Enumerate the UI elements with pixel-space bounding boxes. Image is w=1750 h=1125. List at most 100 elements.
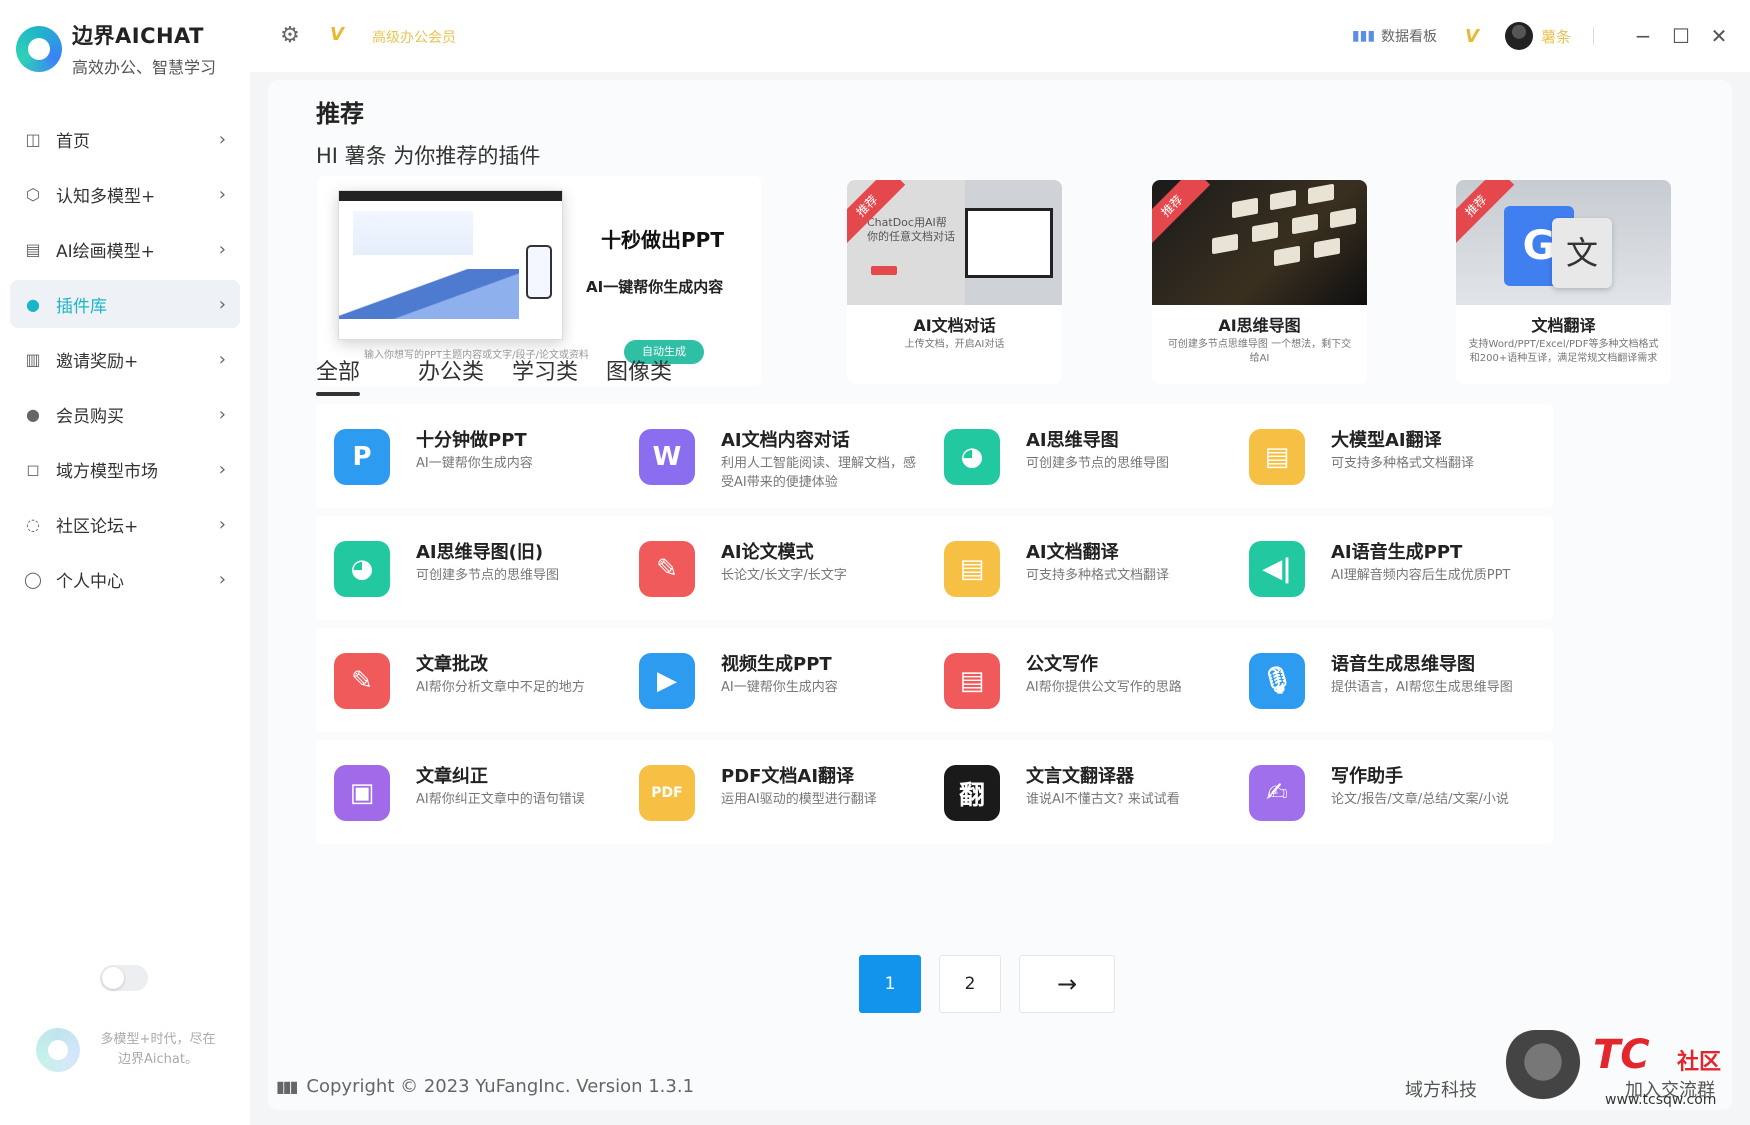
user-name[interactable]: 薯条	[1541, 26, 1571, 47]
sidebar-item-0[interactable]: ◫ 首页 ›	[10, 115, 240, 163]
sidebar-item-7[interactable]: ◌ 社区论坛+ ›	[10, 500, 240, 548]
plugin-title: 语音生成思维导图	[1331, 654, 1475, 675]
plugin-card[interactable]: ✎ 文章批改 AI帮你分析文章中不足的地方	[316, 628, 638, 732]
vip-icon: V	[330, 24, 344, 45]
plugin-title: 视频生成PPT	[721, 654, 832, 675]
vip-icon: V	[1465, 25, 1479, 47]
plugin-desc: 利用人工智能阅读、理解文档，感受AI带来的便捷体验	[721, 456, 917, 490]
topbar: ⚙ V 高级办公会员 ▮▮▮ 数据看板 V 薯条 − ☐ ✕	[250, 0, 1750, 72]
rec-image: G 文 推荐	[1456, 180, 1671, 305]
rec-title: AI思维导图	[1218, 316, 1301, 335]
rec-title: AI文档对话	[913, 316, 996, 335]
plugin-card[interactable]: ▶ 视频生成PPT AI一键帮你生成内容	[621, 628, 943, 732]
document-icon: ▤	[944, 653, 1000, 709]
plugin-title: 写作助手	[1331, 766, 1403, 787]
sidebar-item-8[interactable]: ◯ 个人中心 ›	[10, 555, 240, 603]
banner-subtitle: AI一键帮你生成内容	[586, 278, 724, 296]
plugin-desc: AI理解音频内容后生成优质PPT	[1331, 568, 1511, 583]
plugin-card[interactable]: ▤ 大模型AI翻译 可支持多种格式文档翻译	[1231, 404, 1553, 508]
next-page-arrow-icon[interactable]: →	[1019, 955, 1115, 1013]
plugin-card[interactable]: ◕ AI思维导图 可创建多节点的思维导图	[926, 404, 1248, 508]
category-tabs: 全部 办公类 学习类 图像类	[316, 358, 700, 398]
sidebar-item-label: 个人中心	[56, 571, 124, 592]
dashboard-link[interactable]: 数据看板	[1381, 26, 1437, 46]
sidebar-item-label: 会员购买	[56, 406, 124, 427]
plugin-card[interactable]: ◕ AI思维导图(旧) 可创建多节点的思维导图	[316, 516, 638, 620]
plugin-card[interactable]: ✎ AI论文模式 长论文/长文字/长文字	[621, 516, 943, 620]
plugin-title: PDF文档AI翻译	[721, 766, 855, 787]
plugin-card[interactable]: W AI文档内容对话 利用人工智能阅读、理解文档，感受AI带来的便捷体验	[621, 404, 943, 508]
plugin-title: 十分钟做PPT	[416, 430, 527, 451]
sidebar-footer-text: 多模型+时代，尽在边界Aichat。	[100, 1032, 216, 1067]
plugin-card[interactable]: ▤ AI文档翻译 可支持多种格式文档翻译	[926, 516, 1248, 620]
page-button-2[interactable]: 2	[939, 955, 1001, 1013]
rec-image: 推荐	[1152, 180, 1367, 305]
sidebar-item-5[interactable]: ● 会员购买 ›	[10, 390, 240, 438]
gear-icon[interactable]: ⚙	[278, 24, 302, 48]
chevron-right-icon: ›	[218, 513, 226, 535]
chevron-right-icon: ›	[218, 183, 226, 205]
pen-brush-icon: ✎	[639, 541, 695, 597]
plugin-desc: AI帮你分析文章中不足的地方	[416, 680, 585, 695]
watermark-community: 社区	[1677, 1050, 1722, 1075]
sidebar-item-3[interactable]: ● 插件库 ›	[10, 280, 240, 328]
plugin-title: AI思维导图(旧)	[416, 542, 544, 563]
copyright-text: Copyright © 2023 YuFangInc. Version 1.3.…	[306, 1076, 695, 1097]
plugin-desc: 谁说AI不懂古文? 来试试看	[1026, 792, 1180, 807]
tab-3[interactable]: 图像类	[606, 358, 672, 398]
plugin-card[interactable]: PDF PDF文档AI翻译 运用AI驱动的模型进行翻译	[621, 740, 943, 844]
theme-toggle[interactable]	[100, 965, 148, 991]
plugin-card[interactable]: P 十分钟做PPT AI一键帮你生成内容	[316, 404, 638, 508]
plugin-desc: AI一键帮你生成内容	[721, 680, 838, 695]
plugin-desc: 运用AI驱动的模型进行翻译	[721, 792, 877, 807]
chevron-right-icon: ›	[218, 403, 226, 425]
maximize-icon[interactable]: ☐	[1670, 25, 1692, 47]
sidebar-item-2[interactable]: ▤ AI绘画模型+ ›	[10, 225, 240, 273]
robot-mascot-icon	[1505, 1030, 1581, 1110]
tab-2[interactable]: 学习类	[512, 358, 578, 398]
vip-label[interactable]: 高级办公会员	[372, 27, 456, 47]
minimize-icon[interactable]: −	[1632, 25, 1654, 47]
plugin-title: AI语音生成PPT	[1331, 542, 1463, 563]
plugin-card[interactable]: ✍ 写作助手 论文/报告/文章/总结/文案/小说	[1231, 740, 1553, 844]
sidebar-item-1[interactable]: ⬡ 认知多模型+ ›	[10, 170, 240, 218]
word-doc-icon: W	[639, 429, 695, 485]
rec-card-translate[interactable]: G 文 推荐 文档翻译 支持Word/PPT/Excel/PDF等多种文档格式和…	[1456, 180, 1671, 384]
greeting: HI 薯条 为你推荐的插件	[316, 144, 541, 168]
avatar[interactable]	[1504, 22, 1533, 50]
sidebar-item-label: 域方模型市场	[56, 461, 158, 482]
edit-icon: ✎	[334, 653, 390, 709]
close-icon[interactable]: ✕	[1708, 25, 1730, 47]
plugin-title: AI文档翻译	[1026, 542, 1119, 563]
shop-icon: ◻	[26, 459, 40, 479]
page-button-1[interactable]: 1	[859, 955, 921, 1013]
chevron-right-icon: ›	[218, 128, 226, 150]
rec-card-doc-chat[interactable]: ChatDoc用AI帮你的任意文档对话 推荐 AI文档对话 上传文档，开启AI对…	[847, 180, 1062, 384]
plugin-card[interactable]: ◀| AI语音生成PPT AI理解音频内容后生成优质PPT	[1231, 516, 1553, 620]
rec-card-mindmap[interactable]: 推荐 AI思维导图 可创建多节点思维导图 一个想法，剩下交给AI	[1152, 180, 1367, 384]
tab-0[interactable]: 全部	[316, 358, 361, 398]
ppt-banner[interactable]: 十秒做出PPT AI一键帮你生成内容 输入你想写的PPT主题内容或文字/段子/论…	[318, 176, 761, 386]
plugin-card[interactable]: ▣ 文章纠正 AI帮你纠正文章中的语句错误	[316, 740, 638, 844]
sidebar-item-label: 邀请奖励+	[56, 351, 139, 372]
plugin-card[interactable]: 🎙 语音生成思维导图 提供语言，AI帮您生成思维导图	[1231, 628, 1553, 732]
plugin-desc: 可创建多节点的思维导图	[1026, 456, 1170, 471]
company-link[interactable]: 域方科技	[1405, 1076, 1477, 1102]
tab-1[interactable]: 办公类	[418, 358, 484, 398]
gift-icon: ▥	[25, 349, 41, 369]
brand-subtitle: 高效办公、智慧学习	[72, 58, 217, 77]
plugin-desc: 可创建多节点的思维导图	[416, 568, 560, 583]
user-icon: ●	[26, 404, 40, 424]
plugin-card[interactable]: 翻 文言文翻译器 谁说AI不懂古文? 来试试看	[926, 740, 1248, 844]
copyright: ▮▮▮ Copyright © 2023 YuFangInc. Version …	[276, 1076, 694, 1097]
person-icon: ◯	[24, 569, 42, 589]
chevron-right-icon: ›	[218, 293, 226, 315]
main-content: 推荐 HI 薯条 为你推荐的插件 十秒做出PPT AI一键帮你生成内容 输入你想…	[268, 80, 1732, 1110]
sidebar-item-4[interactable]: ▥ 邀请奖励+ ›	[10, 335, 240, 383]
sidebar-footer: 多模型+时代，尽在边界Aichat。	[36, 1028, 218, 1072]
plugin-desc: 可支持多种格式文档翻译	[1026, 568, 1170, 583]
plugin-card[interactable]: ▤ 公文写作 AI帮你提供公文写作的思路	[926, 628, 1248, 732]
cube-icon: ⬡	[26, 184, 40, 204]
audio-icon: ◀|	[1249, 541, 1305, 597]
sidebar-item-6[interactable]: ◻ 域方模型市场 ›	[10, 445, 240, 493]
